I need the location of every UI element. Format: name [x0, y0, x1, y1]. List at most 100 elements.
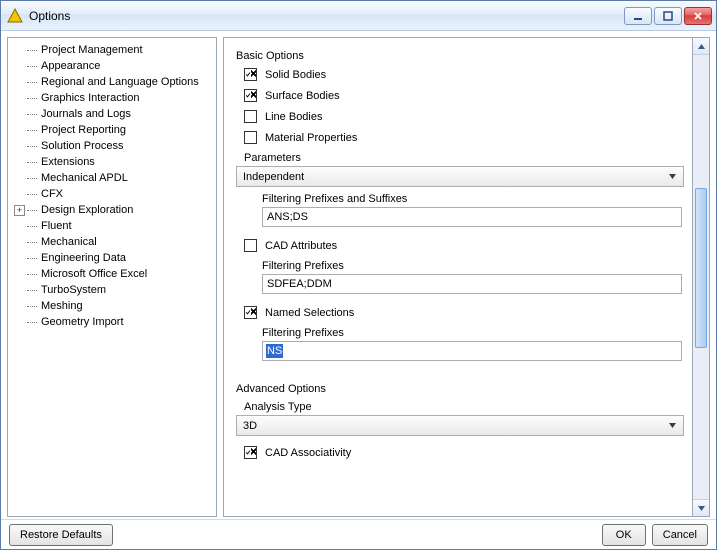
tree-item[interactable]: Mechanical APDL	[12, 170, 216, 186]
tree-expand-spacer	[14, 125, 25, 136]
category-tree[interactable]: Project Management Appearance Regional and…	[7, 37, 217, 517]
tree-item[interactable]: Microsoft Office Excel	[12, 266, 216, 282]
vertical-scrollbar[interactable]	[693, 37, 710, 517]
tree-connector-icon	[27, 82, 37, 83]
close-button[interactable]	[684, 7, 712, 25]
maximize-button[interactable]	[654, 7, 682, 25]
tree-connector-icon	[27, 322, 37, 323]
tree-item-label: TurboSystem	[39, 284, 108, 296]
cancel-button[interactable]: Cancel	[652, 524, 708, 546]
ns-filter-selected-text: NS	[266, 344, 283, 358]
analysis-type-value: 3D	[243, 420, 257, 432]
ns-filter-input[interactable]	[262, 341, 682, 361]
chevron-down-icon	[664, 417, 681, 434]
tree-connector-icon	[27, 146, 37, 147]
solid-bodies-row[interactable]: Solid Bodies	[244, 68, 680, 81]
tree-item-label: Regional and Language Options	[39, 76, 201, 88]
tree-expand-spacer	[14, 189, 25, 200]
cad-attributes-row[interactable]: CAD Attributes	[244, 239, 680, 252]
ok-button[interactable]: OK	[602, 524, 646, 546]
tree-expand-spacer	[14, 253, 25, 264]
window-title: Options	[29, 9, 624, 23]
tree-item-label: Appearance	[39, 60, 102, 72]
scroll-up-arrow-icon[interactable]	[693, 38, 709, 55]
analysis-type-dropdown[interactable]: 3D	[236, 415, 684, 436]
tree-expand-spacer	[14, 157, 25, 168]
options-window: Options Project Management Appearance Regi…	[0, 0, 717, 550]
named-selections-row[interactable]: Named Selections	[244, 306, 680, 319]
restore-defaults-button[interactable]: Restore Defaults	[9, 524, 113, 546]
parameters-dropdown[interactable]: Independent	[236, 166, 684, 187]
named-selections-checkbox[interactable]	[244, 306, 257, 319]
solid-bodies-label: Solid Bodies	[265, 69, 326, 81]
surface-bodies-row[interactable]: Surface Bodies	[244, 89, 680, 102]
tree-item-label: Solution Process	[39, 140, 126, 152]
solid-bodies-checkbox[interactable]	[244, 68, 257, 81]
tree-expand-icon[interactable]: +	[14, 205, 25, 216]
tree-item[interactable]: + Design Exploration	[12, 202, 216, 218]
tree-expand-spacer	[14, 141, 25, 152]
advanced-options-heading: Advanced Options	[236, 383, 680, 395]
parameters-label: Parameters	[244, 152, 680, 164]
line-bodies-checkbox[interactable]	[244, 110, 257, 123]
analysis-type-label: Analysis Type	[244, 401, 680, 413]
tree-connector-icon	[27, 162, 37, 163]
tree-item-label: Graphics Interaction	[39, 92, 141, 104]
parameters-value: Independent	[243, 171, 304, 183]
tree-expand-spacer	[14, 45, 25, 56]
tree-item[interactable]: CFX	[12, 186, 216, 202]
minimize-button[interactable]	[624, 7, 652, 25]
tree-item[interactable]: Fluent	[12, 218, 216, 234]
scroll-down-arrow-icon[interactable]	[693, 499, 709, 516]
cad-associativity-label: CAD Associativity	[265, 447, 351, 459]
tree-item[interactable]: Solution Process	[12, 138, 216, 154]
tree-item[interactable]: Engineering Data	[12, 250, 216, 266]
cad-filter-input[interactable]	[262, 274, 682, 294]
tree-expand-spacer	[14, 285, 25, 296]
cad-filter-label: Filtering Prefixes	[262, 260, 680, 272]
material-properties-checkbox[interactable]	[244, 131, 257, 144]
basic-options-heading: Basic Options	[236, 50, 680, 62]
tree-item[interactable]: Extensions	[12, 154, 216, 170]
dialog-body: Project Management Appearance Regional and…	[1, 31, 716, 519]
tree-item[interactable]: Meshing	[12, 298, 216, 314]
cad-associativity-row[interactable]: CAD Associativity	[244, 446, 680, 459]
tree-item[interactable]: Regional and Language Options	[12, 74, 216, 90]
material-properties-row[interactable]: Material Properties	[244, 131, 680, 144]
material-properties-label: Material Properties	[265, 132, 357, 144]
titlebar: Options	[1, 1, 716, 31]
tree-item-label: Project Management	[39, 44, 145, 56]
dialog-footer: Restore Defaults OK Cancel	[1, 519, 716, 549]
tree-item[interactable]: Geometry Import	[12, 314, 216, 330]
tree-expand-spacer	[14, 61, 25, 72]
tree-connector-icon	[27, 66, 37, 67]
tree-item[interactable]: TurboSystem	[12, 282, 216, 298]
param-filter-input[interactable]	[262, 207, 682, 227]
line-bodies-row[interactable]: Line Bodies	[244, 110, 680, 123]
tree-connector-icon	[27, 306, 37, 307]
tree-item[interactable]: Appearance	[12, 58, 216, 74]
tree-expand-spacer	[14, 109, 25, 120]
surface-bodies-checkbox[interactable]	[244, 89, 257, 102]
tree-item[interactable]: Mechanical	[12, 234, 216, 250]
tree-connector-icon	[27, 210, 37, 211]
tree-item-label: Engineering Data	[39, 252, 128, 264]
tree-item[interactable]: Project Management	[12, 42, 216, 58]
tree-item-label: CFX	[39, 188, 65, 200]
cad-associativity-checkbox[interactable]	[244, 446, 257, 459]
tree-item[interactable]: Journals and Logs	[12, 106, 216, 122]
tree-expand-spacer	[14, 221, 25, 232]
tree-item-label: Design Exploration	[39, 204, 135, 216]
tree-connector-icon	[27, 274, 37, 275]
tree-expand-spacer	[14, 173, 25, 184]
tree-expand-spacer	[14, 77, 25, 88]
tree-item[interactable]: Graphics Interaction	[12, 90, 216, 106]
tree-connector-icon	[27, 242, 37, 243]
surface-bodies-label: Surface Bodies	[265, 90, 340, 102]
tree-expand-spacer	[14, 317, 25, 328]
window-controls	[624, 7, 712, 25]
tree-item[interactable]: Project Reporting	[12, 122, 216, 138]
cad-attributes-checkbox[interactable]	[244, 239, 257, 252]
scrollbar-thumb[interactable]	[695, 188, 707, 348]
tree-connector-icon	[27, 50, 37, 51]
